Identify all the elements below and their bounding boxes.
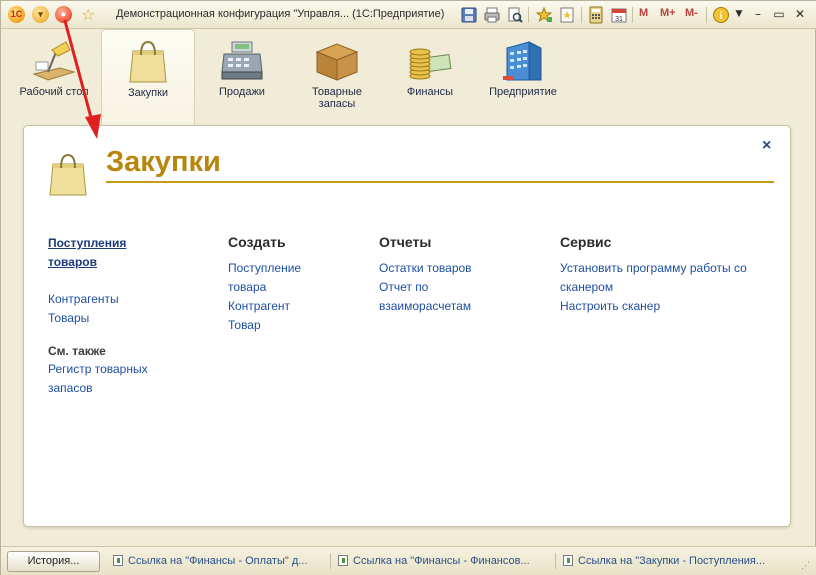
section-label: Закупки <box>127 87 169 99</box>
title-bar: 1С ▾ ● ☆ Демонстрационная конфигурация "… <box>1 1 816 29</box>
toolbar-separator <box>528 7 529 23</box>
service-link-install-scanner[interactable]: Установить программу работы со сканером <box>560 259 775 297</box>
create-column: Создать Поступление товара Контрагент То… <box>228 234 338 335</box>
save-icon[interactable] <box>460 6 478 24</box>
info-icon[interactable]: i <box>712 6 730 24</box>
favorites-list-icon[interactable] <box>558 6 576 24</box>
create-header: Создать <box>228 234 286 250</box>
print-preview-icon[interactable] <box>506 6 524 24</box>
section-sales[interactable]: Продажи <box>205 29 279 125</box>
history-link-item[interactable]: Ссылка на "Финансы - Финансов... <box>338 555 530 567</box>
report-link-settlements[interactable]: Отчет по взаиморасчетам <box>379 278 499 316</box>
status-separator <box>330 553 331 569</box>
reports-column: Отчеты Остатки товаров Отчет по взаимора… <box>379 234 499 316</box>
coins-icon <box>409 48 452 80</box>
service-header: Сервис <box>560 234 612 250</box>
create-link-goods-receipt[interactable]: Поступление товара <box>228 259 338 297</box>
sections-panel: Рабочий стол Закупки Продажи Товарные за… <box>1 29 816 125</box>
section-label: Продажи <box>219 86 265 98</box>
close-icon[interactable]: × <box>762 137 771 155</box>
building-icon <box>503 41 542 81</box>
add-favorite-icon[interactable] <box>535 6 553 24</box>
service-column: Сервис Установить программу работы со ск… <box>560 234 775 316</box>
shopping-bag-icon <box>49 153 87 196</box>
chevron-down-icon[interactable]: ▼ <box>730 6 748 23</box>
section-enterprise[interactable]: Предприятие <box>483 29 563 125</box>
calculator-icon[interactable] <box>587 6 605 24</box>
page-title: Закупки <box>106 146 221 178</box>
1c-logo-icon[interactable]: 1С <box>8 6 25 23</box>
see-also-header: См. также <box>48 344 106 358</box>
memory-plus-button[interactable]: M+ <box>660 7 676 19</box>
section-label: Предприятие <box>489 86 557 98</box>
status-bar: История... Ссылка на "Финансы - Оплаты" … <box>1 546 816 575</box>
document-link-icon <box>563 555 573 566</box>
close-window-button[interactable]: ✕ <box>791 6 809 23</box>
shopping-bag-icon <box>129 40 167 83</box>
section-label: Рабочий стол <box>19 86 89 98</box>
favorites-star-icon[interactable]: ☆ <box>81 5 95 24</box>
section-content-panel: × Закупки Поступления товаров Контрагент… <box>23 125 791 527</box>
section-purchases[interactable]: Закупки <box>101 29 195 125</box>
minimize-button[interactable]: – <box>749 6 767 23</box>
section-label: Товарные запасы <box>311 86 363 110</box>
print-icon[interactable] <box>483 6 501 24</box>
nav-link-goods[interactable]: Товары <box>48 309 168 328</box>
memory-minus-button[interactable]: M- <box>685 7 698 19</box>
section-inventory[interactable]: Товарные запасы <box>297 29 377 125</box>
stop-icon[interactable]: ● <box>55 6 72 23</box>
resize-grip-icon[interactable]: ⋰ <box>801 560 810 571</box>
service-link-configure-scanner[interactable]: Настроить сканер <box>560 297 775 316</box>
svg-text:i: i <box>720 11 723 22</box>
memory-button[interactable]: M <box>639 7 648 19</box>
history-link-item[interactable]: Ссылка на "Закупки - Поступления... <box>563 555 765 567</box>
navigation-column: Поступления товаров Контрагенты Товары С… <box>48 234 168 398</box>
section-label: Финансы <box>406 86 454 98</box>
box-icon <box>315 43 359 81</box>
document-link-icon <box>338 555 348 566</box>
history-link-item[interactable]: Ссылка на "Финансы - Оплаты" д... <box>113 555 307 567</box>
calendar-icon[interactable]: 31 <box>610 6 628 24</box>
desk-lamp-icon <box>32 41 76 81</box>
toolbar-separator <box>581 7 582 23</box>
window-title: Демонстрационная конфигурация "Управля..… <box>116 8 445 20</box>
app-window: 1С ▾ ● ☆ Демонстрационная конфигурация "… <box>0 0 816 575</box>
create-link-counterparty[interactable]: Контрагент <box>228 297 338 316</box>
maximize-button[interactable]: ▭ <box>770 6 788 23</box>
cash-register-icon <box>221 41 263 80</box>
section-finance[interactable]: Финансы <box>395 29 465 125</box>
history-button[interactable]: История... <box>7 551 100 572</box>
section-desktop[interactable]: Рабочий стол <box>15 29 93 125</box>
title-divider <box>106 181 774 183</box>
create-link-goods[interactable]: Товар <box>228 316 338 335</box>
toolbar-separator <box>706 7 707 23</box>
toolbar-separator <box>632 7 633 23</box>
nav-link-counterparties[interactable]: Контрагенты <box>48 290 168 309</box>
nav-link-goods-receipts[interactable]: Поступления товаров <box>48 234 168 272</box>
reports-header: Отчеты <box>379 234 432 250</box>
document-link-icon <box>113 555 123 566</box>
main-menu-icon[interactable]: ▾ <box>32 6 49 23</box>
svg-text:31: 31 <box>615 16 623 23</box>
report-link-goods-balance[interactable]: Остатки товаров <box>379 259 499 278</box>
nav-link-inventory-register[interactable]: Регистр товарных запасов <box>48 360 166 398</box>
status-separator <box>555 553 556 569</box>
